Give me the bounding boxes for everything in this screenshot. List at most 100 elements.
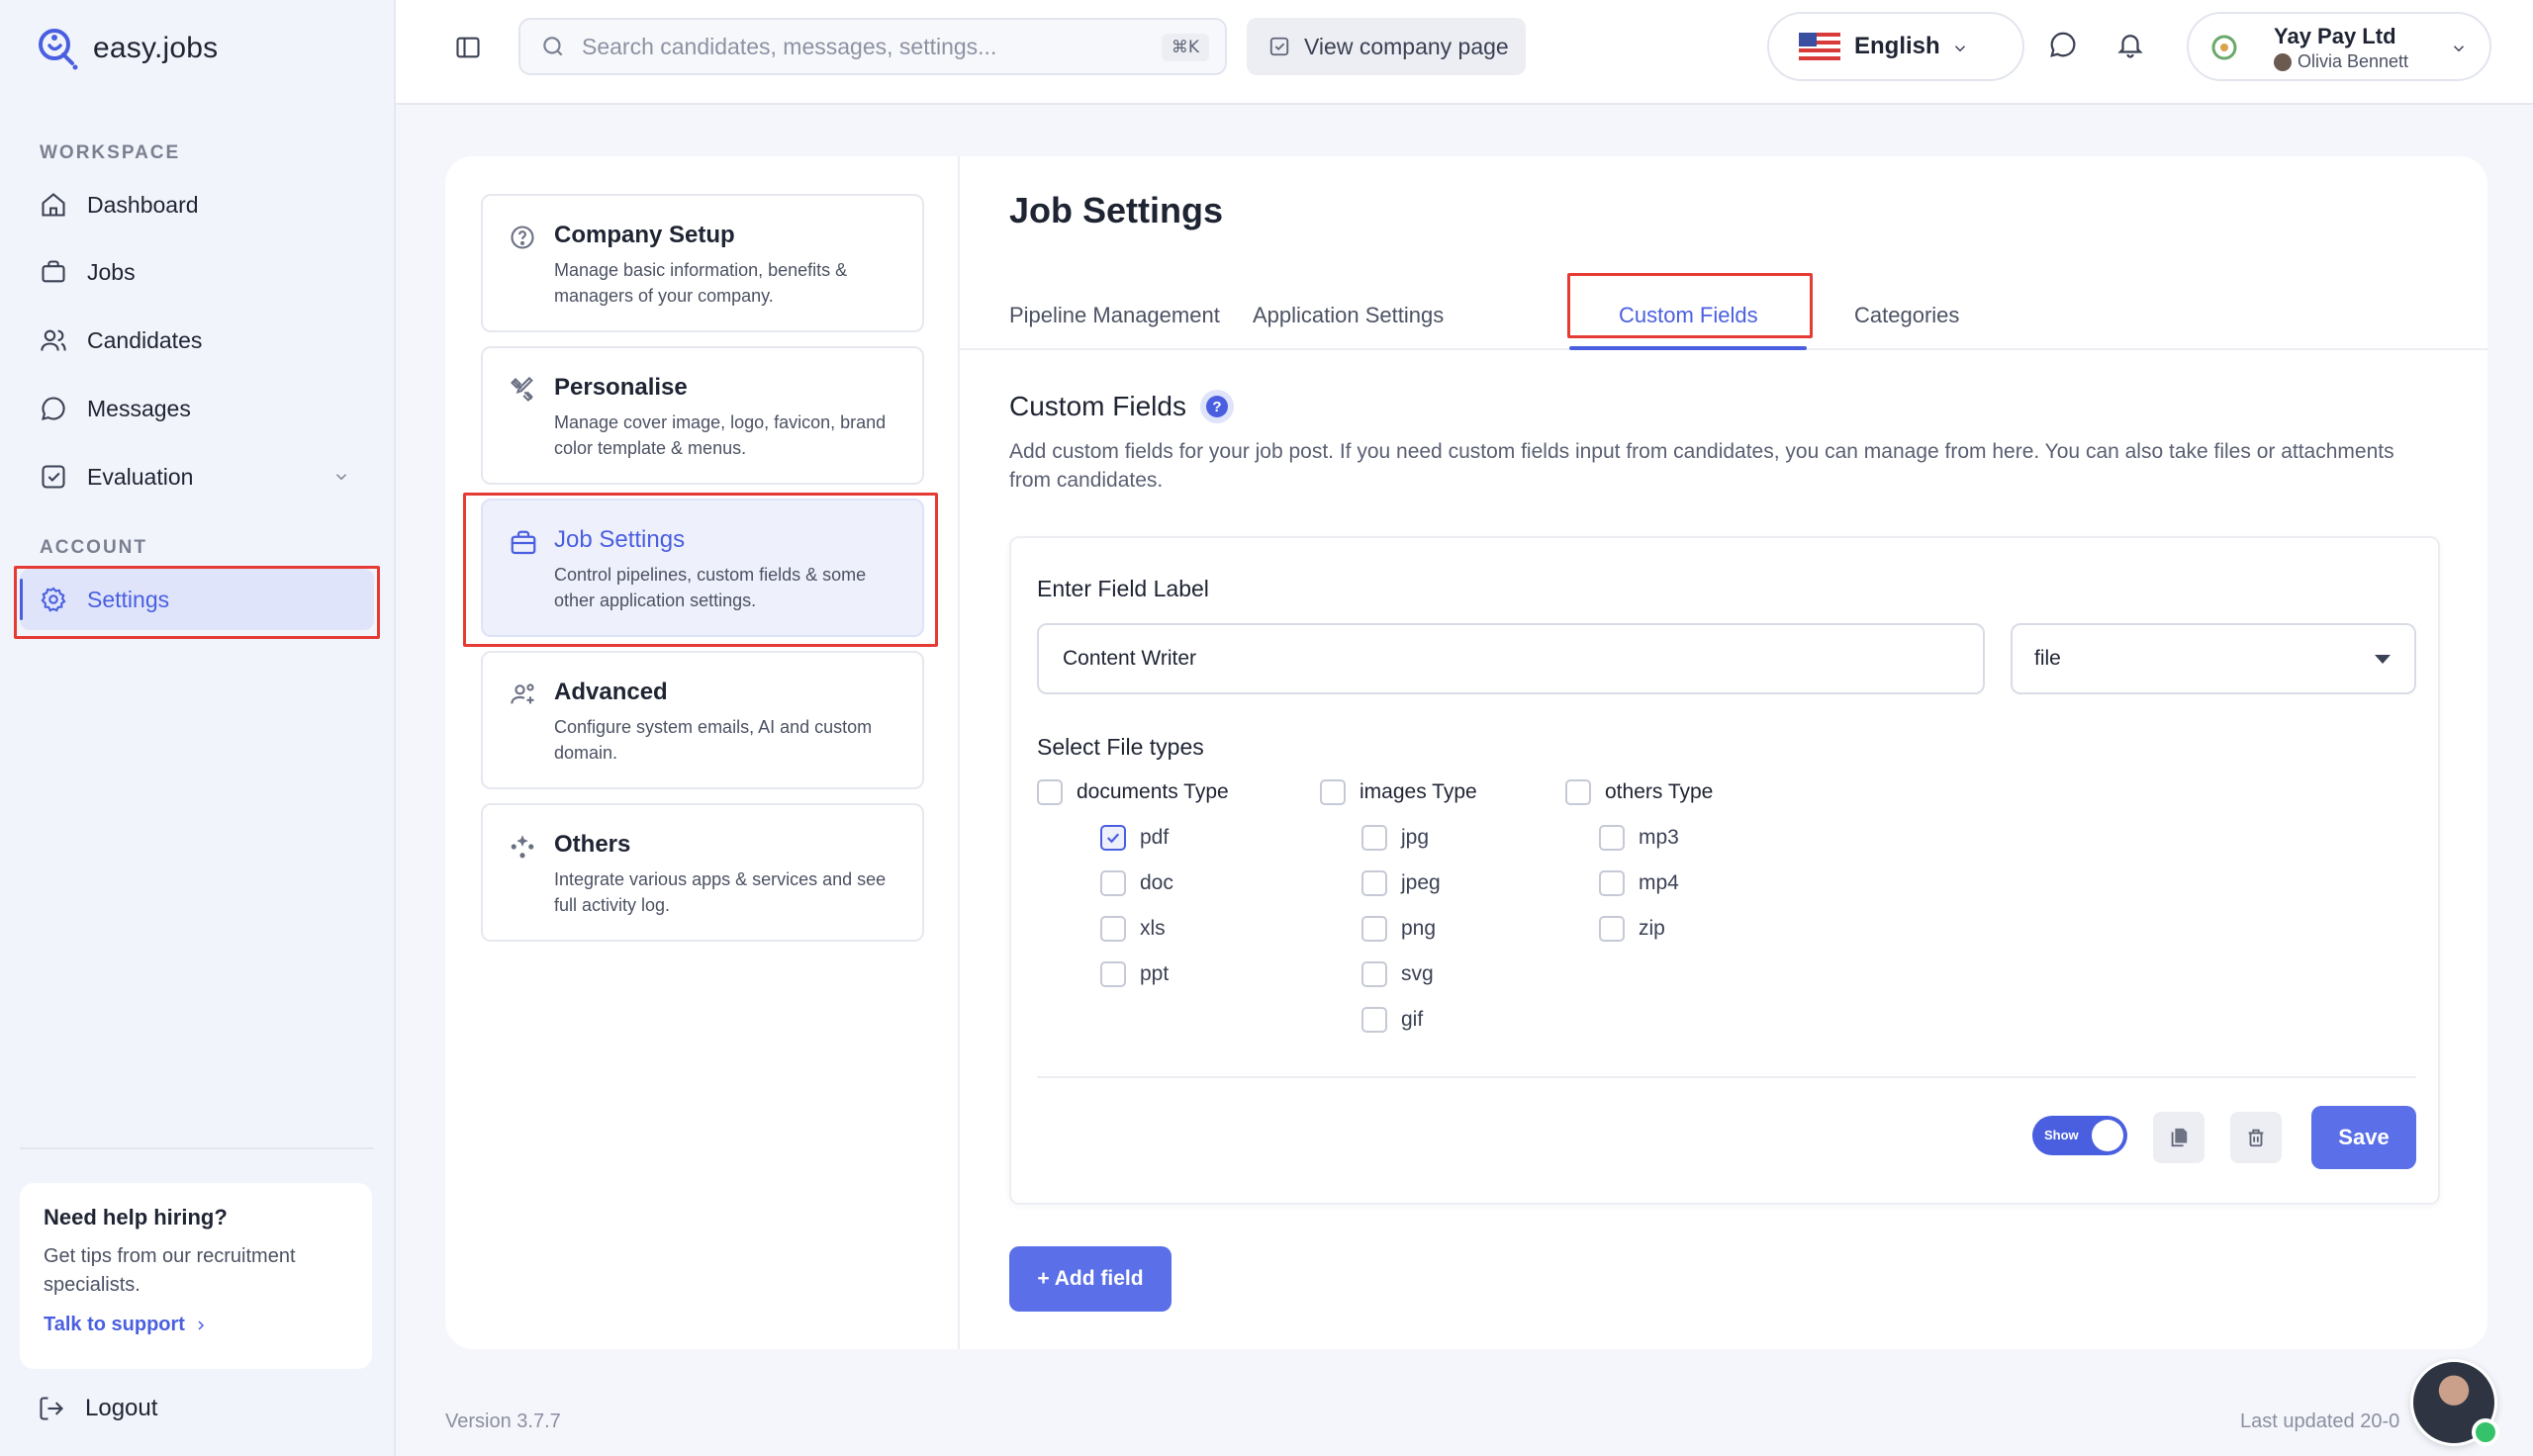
- filetype-label: jpeg: [1401, 871, 1441, 894]
- brand-name: easy.jobs: [93, 32, 219, 64]
- checkbox[interactable]: [1361, 1007, 1387, 1033]
- chat-bubble-icon[interactable]: [2048, 30, 2078, 59]
- checkbox[interactable]: [1037, 779, 1063, 805]
- sidebar-item-messages[interactable]: Messages: [20, 378, 374, 439]
- group-documents-type[interactable]: documents Type: [1037, 779, 1229, 805]
- question-circle-icon: [511, 226, 534, 249]
- field-type-value: file: [2034, 647, 2061, 670]
- talk-to-support-link[interactable]: Talk to support: [44, 1314, 348, 1336]
- filetype-jpeg[interactable]: jpeg: [1361, 870, 1441, 896]
- filetype-ppt[interactable]: ppt: [1100, 961, 1169, 987]
- search-shortcut-badge: ⌘K: [1161, 34, 1209, 61]
- user-avatar: [2274, 52, 2292, 71]
- checkbox[interactable]: [1599, 870, 1625, 896]
- chat-icon: [42, 397, 65, 420]
- logout-icon: [40, 1397, 63, 1420]
- user-name: Olivia Bennett: [2298, 51, 2409, 71]
- sidebar-item-label: Settings: [87, 586, 170, 612]
- gear-icon: [41, 587, 66, 612]
- add-field-button[interactable]: + Add field: [1009, 1246, 1172, 1312]
- filetype-label: xls: [1140, 917, 1166, 940]
- save-button[interactable]: Save: [2311, 1106, 2416, 1169]
- company-switcher[interactable]: Yay Pay Ltd Olivia Bennett: [2187, 12, 2491, 81]
- checkbox[interactable]: [1100, 916, 1126, 942]
- group-others-type[interactable]: others Type: [1565, 779, 1713, 805]
- chevron-right-icon: [198, 1320, 205, 1330]
- filetype-doc[interactable]: doc: [1100, 870, 1173, 896]
- search-input[interactable]: [582, 33, 1136, 60]
- last-updated-text: Last updated 20-0: [2240, 1410, 2400, 1432]
- tab-categories[interactable]: Categories: [1854, 303, 1959, 328]
- settings-item-personalise[interactable]: Personalise Manage cover image, logo, fa…: [481, 346, 924, 485]
- filetype-mp4[interactable]: mp4: [1599, 870, 1679, 896]
- view-company-page-button[interactable]: View company page: [1247, 18, 1526, 75]
- checkbox[interactable]: [1599, 916, 1625, 942]
- filetype-label: mp3: [1639, 826, 1679, 849]
- brand-logo[interactable]: easy.jobs: [36, 26, 218, 71]
- filetype-mp3[interactable]: mp3: [1599, 825, 1679, 851]
- settings-item-advanced[interactable]: Advanced Configure system emails, AI and…: [481, 651, 924, 789]
- group-label: others Type: [1605, 780, 1714, 803]
- sidebar-item-candidates[interactable]: Candidates: [20, 310, 374, 371]
- bell-icon[interactable]: [2115, 30, 2145, 59]
- language-selector[interactable]: English: [1767, 12, 2024, 81]
- filetype-gif[interactable]: gif: [1361, 1007, 1423, 1033]
- filetype-label: png: [1401, 917, 1437, 940]
- search-bar[interactable]: ⌘K: [518, 18, 1227, 75]
- external-check-icon: [1269, 37, 1289, 56]
- check-icon: [1106, 833, 1120, 844]
- chevron-down-icon: [2453, 46, 2465, 52]
- job-settings-content: Job Settings Pipeline Management Applica…: [960, 156, 2487, 1349]
- filetype-jpg[interactable]: jpg: [1361, 825, 1429, 851]
- filetype-label: svg: [1401, 962, 1434, 985]
- settings-item-company-setup[interactable]: Company Setup Manage basic information, …: [481, 194, 924, 332]
- sidebar-item-evaluation[interactable]: Evaluation: [20, 446, 374, 507]
- checkbox[interactable]: [1361, 825, 1387, 851]
- checkbox[interactable]: [1565, 779, 1591, 805]
- tab-application-settings[interactable]: Application Settings: [1253, 303, 1444, 328]
- checkbox[interactable]: [1100, 870, 1126, 896]
- checkbox[interactable]: [1100, 961, 1126, 987]
- checkbox[interactable]: [1361, 961, 1387, 987]
- help-question-icon[interactable]: ?: [1199, 390, 1234, 423]
- sidebar-item-jobs[interactable]: Jobs: [20, 241, 374, 303]
- filetype-label: gif: [1401, 1008, 1424, 1031]
- settings-item-desc: Control pipelines, custom fields & some …: [554, 565, 867, 610]
- checkbox[interactable]: [1599, 825, 1625, 851]
- sidebar: easy.jobs WORKSPACE Dashboard Jobs Candi…: [0, 0, 396, 1456]
- show-toggle[interactable]: Show: [2032, 1116, 2127, 1155]
- checkbox-checked[interactable]: [1100, 825, 1126, 851]
- sidebar-item-settings[interactable]: Settings: [20, 569, 374, 630]
- filetype-png[interactable]: png: [1361, 916, 1436, 942]
- filetype-label: jpg: [1401, 826, 1430, 849]
- filetype-svg[interactable]: svg: [1361, 961, 1434, 987]
- active-tab-indicator: [1569, 346, 1807, 350]
- delete-button[interactable]: [2230, 1112, 2282, 1163]
- chevron-down-icon[interactable]: [332, 468, 350, 486]
- sidebar-item-dashboard[interactable]: Dashboard: [20, 174, 374, 235]
- sidebar-toggle-icon[interactable]: [453, 34, 483, 61]
- card-divider: [1037, 1076, 2416, 1078]
- settings-item-others[interactable]: Others Integrate various apps & services…: [481, 803, 924, 942]
- settings-menu: Company Setup Manage basic information, …: [445, 156, 960, 1349]
- logout-button[interactable]: Logout: [38, 1395, 157, 1422]
- briefcase-icon: [42, 260, 65, 283]
- settings-card: Company Setup Manage basic information, …: [445, 156, 2487, 1349]
- checkbox[interactable]: [1361, 870, 1387, 896]
- group-images-type[interactable]: images Type: [1320, 779, 1477, 805]
- duplicate-button[interactable]: [2153, 1112, 2205, 1163]
- search-icon: [543, 37, 563, 56]
- tab-custom-fields[interactable]: Custom Fields: [1619, 303, 1758, 328]
- checkbox[interactable]: [1320, 779, 1346, 805]
- tab-pipeline-management[interactable]: Pipeline Management: [1009, 303, 1220, 328]
- field-label-input[interactable]: [1037, 623, 1985, 694]
- field-type-select[interactable]: file: [2011, 623, 2416, 694]
- checkbox[interactable]: [1361, 916, 1387, 942]
- settings-item-desc: Configure system emails, AI and custom d…: [554, 717, 873, 763]
- filetype-pdf[interactable]: pdf: [1100, 825, 1169, 851]
- settings-item-job-settings[interactable]: Job Settings Control pipelines, custom f…: [481, 499, 924, 637]
- settings-item-title: Others: [554, 831, 631, 858]
- filetype-zip[interactable]: zip: [1599, 916, 1665, 942]
- sparkle-dots-icon: [511, 835, 534, 859]
- filetype-xls[interactable]: xls: [1100, 916, 1166, 942]
